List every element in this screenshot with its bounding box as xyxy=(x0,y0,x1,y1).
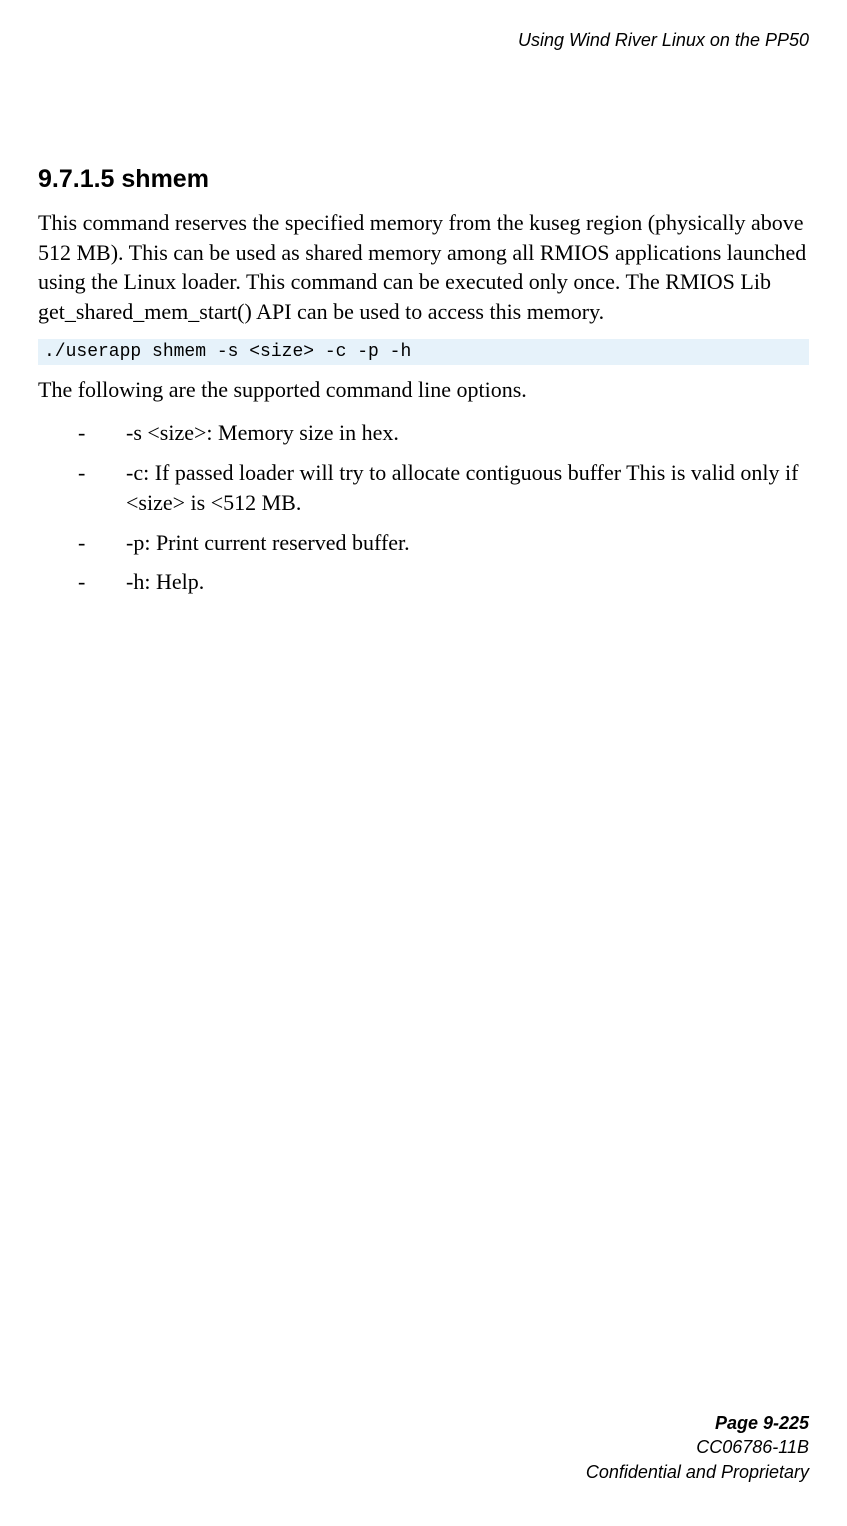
footer-confidentiality: Confidential and Proprietary xyxy=(586,1460,809,1484)
section-description: This command reserves the specified memo… xyxy=(38,208,809,327)
section-heading: 9.7.1.5 shmem xyxy=(38,165,809,194)
options-list: -s <size>: Memory size in hex. -c: If pa… xyxy=(78,418,809,596)
option-text: -c: If passed loader will try to allocat… xyxy=(126,460,798,515)
list-item: -c: If passed loader will try to allocat… xyxy=(78,458,809,517)
page-footer: Page 9-225 CC06786-11B Confidential and … xyxy=(586,1411,809,1484)
option-text: -s <size>: Memory size in hex. xyxy=(126,420,399,445)
running-header: Using Wind River Linux on the PP50 xyxy=(518,30,809,51)
option-text: -h: Help. xyxy=(126,569,204,594)
options-intro: The following are the supported command … xyxy=(38,375,809,405)
content-area: 9.7.1.5 shmem This command reserves the … xyxy=(38,165,809,607)
list-item: -h: Help. xyxy=(78,567,809,597)
command-code-block: ./userapp shmem -s <size> -c -p -h xyxy=(38,339,809,365)
option-text: -p: Print current reserved buffer. xyxy=(126,530,410,555)
page: Using Wind River Linux on the PP50 9.7.1… xyxy=(0,0,847,1526)
running-title-text: Using Wind River Linux on the PP50 xyxy=(518,30,809,50)
section-heading-text: 9.7.1.5 shmem xyxy=(38,165,209,193)
footer-page-number: Page 9-225 xyxy=(586,1411,809,1435)
footer-doc-id: CC06786-11B xyxy=(586,1435,809,1459)
list-item: -p: Print current reserved buffer. xyxy=(78,528,809,558)
list-item: -s <size>: Memory size in hex. xyxy=(78,418,809,448)
